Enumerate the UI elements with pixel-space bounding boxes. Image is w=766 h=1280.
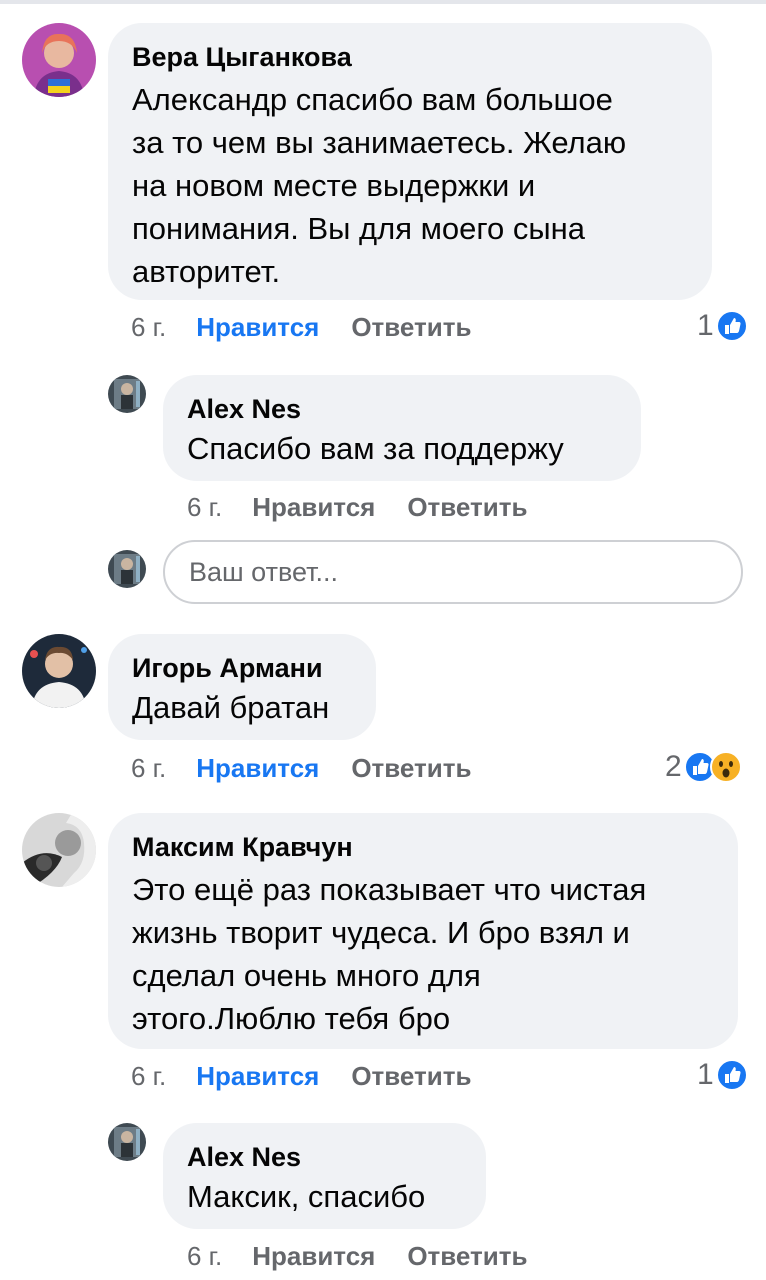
reply-bubble: Alex Nes Максик, спасибо bbox=[163, 1123, 486, 1229]
like-icon bbox=[715, 1059, 748, 1091]
reaction-count: 1 bbox=[697, 1058, 714, 1091]
reply-actions: 6 г. Нравится Ответить bbox=[187, 492, 527, 523]
reaction-summary[interactable]: 2 bbox=[665, 750, 742, 784]
like-button[interactable]: Нравится bbox=[196, 753, 319, 784]
reaction-count: 2 bbox=[665, 750, 682, 783]
avatar-vera[interactable] bbox=[22, 23, 96, 97]
avatar-igor[interactable] bbox=[22, 634, 96, 708]
wow-icon bbox=[709, 751, 742, 783]
reaction-summary[interactable]: 1 bbox=[697, 309, 748, 343]
comment-actions: 6 г. Нравится Ответить bbox=[131, 753, 471, 784]
like-button[interactable]: Нравится bbox=[252, 492, 375, 523]
comment-bubble: Вера Цыганкова Александр спасибо вам бол… bbox=[108, 23, 712, 300]
comment-text-line: за то чем вы занимаетесь. Желаю bbox=[132, 125, 627, 160]
comment-bubble: Игорь Армани Давай братан bbox=[108, 634, 376, 740]
reply-text: Максик, спасибо bbox=[187, 1179, 426, 1214]
like-icon bbox=[715, 310, 748, 342]
reply-button[interactable]: Ответить bbox=[407, 1241, 527, 1272]
comment-text-line: авторитет. bbox=[132, 254, 281, 289]
comment-time[interactable]: 6 г. bbox=[131, 312, 166, 343]
reply-button[interactable]: Ответить bbox=[351, 753, 471, 784]
comment-text-line: понимания. Вы для моего сына bbox=[132, 211, 586, 246]
comment-author[interactable]: Максим Кравчун bbox=[132, 831, 714, 863]
reaction-count: 1 bbox=[697, 309, 714, 342]
reaction-summary[interactable]: 1 bbox=[697, 1058, 748, 1092]
comment-time[interactable]: 6 г. bbox=[131, 1061, 166, 1092]
like-button[interactable]: Нравится bbox=[196, 1061, 319, 1092]
comment-text-line: Это ещё раз показывает что чистая bbox=[132, 872, 647, 907]
comment-actions: 6 г. Нравится Ответить bbox=[131, 1061, 471, 1092]
comment-text-line: Александр спасибо вам большое bbox=[132, 82, 613, 117]
comment-time[interactable]: 6 г. bbox=[131, 753, 166, 784]
reply-button[interactable]: Ответить bbox=[351, 312, 471, 343]
reply-actions: 6 г. Нравится Ответить bbox=[187, 1241, 527, 1272]
reply-button[interactable]: Ответить bbox=[351, 1061, 471, 1092]
reply-text: Спасибо вам за поддержу bbox=[187, 431, 564, 466]
comment-author[interactable]: Вера Цыганкова bbox=[132, 41, 688, 73]
comment-text-line: Давай братан bbox=[132, 690, 330, 725]
reply-author[interactable]: Alex Nes bbox=[187, 1141, 462, 1173]
comment-text-line: этого.Люблю тебя бро bbox=[132, 1001, 451, 1036]
reply-author[interactable]: Alex Nes bbox=[187, 393, 617, 425]
reply-button[interactable]: Ответить bbox=[407, 492, 527, 523]
comment-text-line: сделал очень много для bbox=[132, 958, 481, 993]
reply-bubble: Alex Nes Спасибо вам за поддержу bbox=[163, 375, 641, 481]
comment-author[interactable]: Игорь Армани bbox=[132, 652, 352, 684]
comment-actions: 6 г. Нравится Ответить bbox=[131, 312, 471, 343]
reply-input[interactable]: Ваш ответ... bbox=[163, 540, 743, 604]
comment-text-line: жизнь творит чудеса. И бро взял и bbox=[132, 915, 630, 950]
like-button[interactable]: Нравится bbox=[196, 312, 319, 343]
like-button[interactable]: Нравится bbox=[252, 1241, 375, 1272]
reply-time[interactable]: 6 г. bbox=[187, 1241, 222, 1272]
avatar-alex-nes[interactable] bbox=[108, 1123, 146, 1161]
reply-time[interactable]: 6 г. bbox=[187, 492, 222, 523]
avatar-maxim[interactable] bbox=[22, 813, 96, 887]
top-divider bbox=[0, 0, 766, 4]
avatar-current-user bbox=[108, 550, 146, 588]
avatar-alex-nes[interactable] bbox=[108, 375, 146, 413]
comment-bubble: Максим Кравчун Это ещё раз показывает чт… bbox=[108, 813, 738, 1049]
comment-text-line: на новом месте выдержки и bbox=[132, 168, 536, 203]
